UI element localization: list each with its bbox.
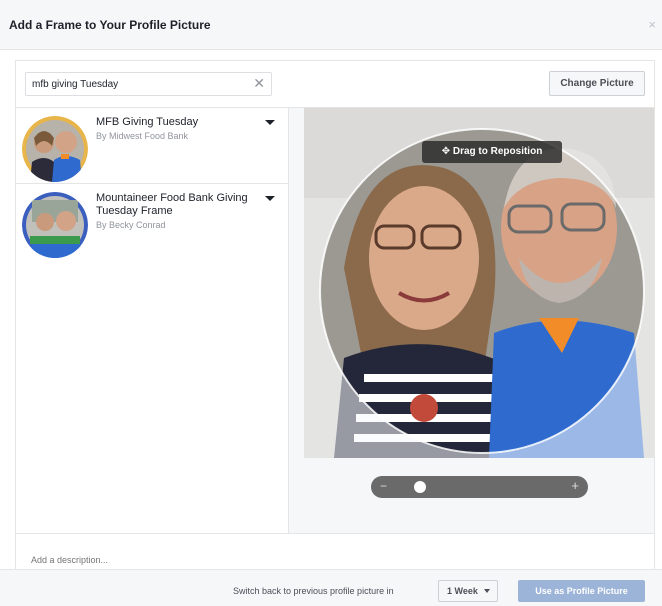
- frame-author: By Midwest Food Bank: [96, 131, 189, 141]
- preview-area: ✥ Drag to Reposition − +: [289, 108, 654, 533]
- chevron-down-icon[interactable]: [265, 196, 275, 201]
- search-box[interactable]: ✕: [25, 72, 272, 96]
- caret-down-icon: [484, 589, 490, 593]
- chevron-down-icon[interactable]: [265, 120, 275, 125]
- frame-text: Mountaineer Food Bank Giving Tuesday Fra…: [96, 192, 256, 230]
- frames-list: MFB Giving Tuesday By Midwest Food Bank: [16, 108, 289, 533]
- frame-thumbnail-image: [22, 192, 88, 258]
- frame-thumbnail: [22, 192, 88, 258]
- drag-label-text: Drag to Reposition: [452, 146, 543, 157]
- zoom-in-icon[interactable]: +: [571, 478, 579, 493]
- profile-photo-preview[interactable]: ✥ Drag to Reposition: [304, 108, 654, 458]
- frame-item[interactable]: MFB Giving Tuesday By Midwest Food Bank: [16, 108, 289, 184]
- dialog-header: Add a Frame to Your Profile Picture ×: [0, 0, 662, 50]
- description-input[interactable]: [31, 552, 431, 568]
- zoom-out-icon[interactable]: −: [380, 479, 387, 493]
- search-input[interactable]: [32, 76, 242, 93]
- change-picture-button[interactable]: Change Picture: [549, 71, 645, 96]
- dialog-footer: Switch back to previous profile picture …: [0, 569, 662, 606]
- close-icon[interactable]: ×: [648, 17, 656, 32]
- switch-back-label: Switch back to previous profile picture …: [233, 586, 394, 596]
- frame-panel: ✕ Change Picture: [15, 60, 655, 585]
- clear-search-icon[interactable]: ✕: [253, 75, 265, 92]
- frame-text: MFB Giving Tuesday By Midwest Food Bank: [96, 116, 256, 141]
- move-arrows-icon: ✥: [441, 146, 453, 157]
- frame-thumbnail: [22, 116, 88, 182]
- use-as-profile-picture-button[interactable]: Use as Profile Picture: [518, 580, 645, 602]
- frame-title: MFB Giving Tuesday: [96, 116, 199, 128]
- frame-author: By Becky Conrad: [96, 220, 166, 230]
- duration-select[interactable]: 1 Week: [438, 580, 498, 602]
- dialog-title: Add a Frame to Your Profile Picture: [9, 18, 211, 32]
- dialog-body: ✕ Change Picture: [0, 50, 662, 606]
- drag-to-reposition-label[interactable]: ✥ Drag to Reposition: [422, 141, 562, 163]
- duration-value: 1 Week: [447, 586, 478, 596]
- search-row: ✕ Change Picture: [16, 61, 654, 108]
- zoom-slider[interactable]: − +: [371, 476, 588, 498]
- zoom-slider-handle[interactable]: [413, 481, 426, 493]
- frame-item[interactable]: Mountaineer Food Bank Giving Tuesday Fra…: [16, 184, 289, 260]
- frame-title: Mountaineer Food Bank Giving Tuesday Fra…: [96, 192, 248, 217]
- frame-thumbnail-image: [22, 116, 88, 182]
